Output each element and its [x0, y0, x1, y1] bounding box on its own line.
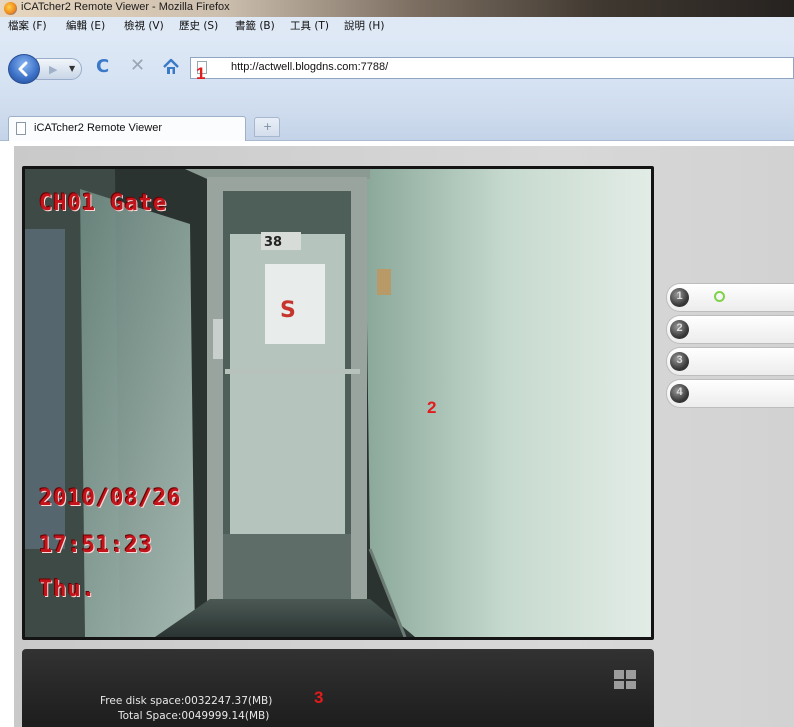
camera-weekday: Thu. [39, 577, 96, 602]
tab-strip: iCATcher2 Remote Viewer + [0, 111, 794, 141]
channel-2-button[interactable]: 2 [666, 315, 794, 344]
layout-grid-icon[interactable] [614, 670, 636, 689]
channel-4-button[interactable]: 4 [666, 379, 794, 408]
menu-tools[interactable]: 工具 (T) [290, 18, 329, 33]
forward-button[interactable]: ▶ ▼ [36, 58, 82, 80]
firefox-logo-icon [4, 2, 17, 15]
camera-feed-image: S 38 [25, 169, 651, 637]
camera-view[interactable]: S 38 CH01 Gate 2010/08/26 17:51:23 Thu. [22, 166, 654, 640]
window-title: iCATcher2 Remote Viewer - Mozilla Firefo… [21, 1, 230, 13]
camera-date: 2010/08/26 [39, 486, 182, 511]
window-title-bar: iCATcher2 Remote Viewer - Mozilla Firefo… [0, 0, 794, 17]
channel-2-knob: 2 [670, 320, 689, 339]
menu-view[interactable]: 檢視 (V) [124, 18, 164, 33]
home-icon[interactable] [162, 58, 180, 79]
callout-1: 1 [196, 64, 206, 83]
menu-bar: 檔案 (F) 編輯 (E) 檢視 (V) 歷史 (S) 書籤 (B) 工具 (T… [0, 17, 794, 33]
history-dropdown-icon[interactable]: ▼ [69, 64, 75, 73]
channel-1-button[interactable]: 1 [666, 283, 794, 312]
menu-bookmarks[interactable]: 書籤 (B) [235, 18, 275, 33]
document-icon [16, 122, 26, 135]
office-logo: S [280, 298, 296, 323]
back-arrow-icon [18, 61, 28, 77]
free-disk-space: Free disk space:0032247.37(MB) [100, 695, 273, 707]
menu-history[interactable]: 歷史 (S) [179, 18, 218, 33]
channel-list: 1 2 3 4 [666, 283, 794, 409]
callout-2: 2 [427, 398, 437, 417]
forward-arrow-icon: ▶ [49, 63, 58, 76]
address-bar[interactable]: http://actwell.blogdns.com:7788/ [190, 57, 794, 79]
plus-icon: + [263, 120, 273, 133]
menu-help[interactable]: 說明 (H) [344, 18, 384, 33]
channel-3-button[interactable]: 3 [666, 347, 794, 376]
menu-edit[interactable]: 編輯 (E) [66, 18, 105, 33]
channel-4-knob: 4 [670, 384, 689, 403]
menu-file[interactable]: 檔案 (F) [8, 18, 47, 33]
reload-icon[interactable]: C [96, 58, 109, 76]
channel-3-knob: 3 [670, 352, 689, 371]
disk-status-panel: Free disk space:0032247.37(MB) Total Spa… [22, 649, 654, 727]
new-tab-button[interactable]: + [254, 117, 280, 137]
stop-icon[interactable]: ✕ [130, 57, 145, 75]
camera-time: 17:51:23 [39, 533, 153, 558]
total-space: Total Space:0049999.14(MB) [118, 710, 270, 722]
back-button[interactable] [8, 54, 40, 84]
callout-3: 3 [314, 688, 324, 707]
channel-1-knob: 1 [670, 288, 689, 307]
tab-icatcher-viewer[interactable]: iCATcher2 Remote Viewer [8, 116, 246, 141]
tab-label: iCATcher2 Remote Viewer [34, 122, 162, 134]
door-sign-text: 38 [264, 235, 282, 250]
camera-channel-label: CH01 Gate [39, 191, 168, 216]
url-text[interactable]: http://actwell.blogdns.com:7788/ [231, 61, 388, 73]
channel-active-indicator-icon [714, 291, 725, 302]
